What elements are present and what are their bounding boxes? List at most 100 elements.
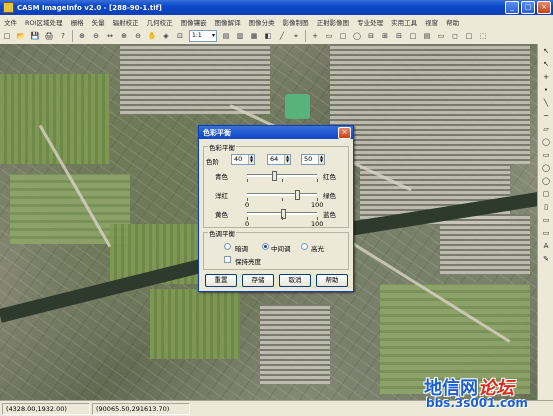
tool-8-icon[interactable]: ▭ [323, 30, 335, 42]
bar-icon[interactable]: ▯ [540, 202, 552, 213]
menu-tools[interactable]: 实用工具 [387, 17, 421, 27]
scale-min-label: 0 [245, 220, 250, 228]
tool-7-icon[interactable]: + [309, 30, 321, 42]
line-icon[interactable]: ╲ [540, 98, 552, 109]
close-button[interactable]: × [537, 1, 551, 14]
print-icon[interactable]: 🖨 [43, 30, 55, 42]
tool-16-icon[interactable]: ▭ [435, 30, 447, 42]
drawing-toolbar: ↖ ↖ + • ╲ ~ ▱ ◯ ▭ ◯ ◯ ▢ ▯ ▭ ▭ A ✎ [537, 44, 553, 400]
zoom-in-2-icon[interactable]: ⊕ [118, 30, 130, 42]
box-icon[interactable]: ▭ [540, 215, 552, 226]
menu-window[interactable]: 视窗 [421, 17, 442, 27]
tool-1-icon[interactable]: ▤ [220, 30, 232, 42]
select-icon[interactable]: ↖ [540, 46, 552, 57]
box-2-icon[interactable]: ▭ [540, 228, 552, 239]
level-input-magenta-green[interactable]: 64 ▲ ▼ [267, 154, 291, 165]
toolbar-separator [305, 30, 306, 42]
preserve-luminosity-checkbox[interactable] [224, 256, 231, 263]
fit-icon[interactable]: ↔ [104, 30, 116, 42]
minimize-button[interactable]: _ [505, 1, 519, 14]
rectangle-icon[interactable]: ▭ [540, 150, 552, 161]
menu-mapping[interactable]: 影像制图 [279, 17, 313, 27]
dialog-close-button[interactable]: × [338, 126, 351, 139]
new-icon[interactable]: □ [1, 30, 13, 42]
help-button[interactable]: 帮助 [316, 274, 348, 287]
polygon-icon[interactable]: ▱ [540, 124, 552, 135]
tool-5-icon[interactable]: ╱ [276, 30, 288, 42]
cancel-button[interactable]: 取消 [279, 274, 311, 287]
radio-highlights[interactable] [301, 243, 308, 250]
tool-14-icon[interactable]: □ [407, 30, 419, 42]
tool-17-icon[interactable]: ◻ [449, 30, 461, 42]
tool-19-icon[interactable]: ⬚ [477, 30, 489, 42]
tool-15-icon[interactable]: ▤ [421, 30, 433, 42]
full-extent-icon[interactable]: ⊡ [174, 30, 186, 42]
tool-18-icon[interactable]: □ [463, 30, 475, 42]
spin-arrows-icon[interactable]: ▲ ▼ [284, 155, 290, 164]
spin-arrows-icon[interactable]: ▲ ▼ [318, 155, 324, 164]
zoom-in-icon[interactable]: ⊕ [76, 30, 88, 42]
select-2-icon[interactable]: ↖ [540, 59, 552, 70]
village-area [120, 44, 270, 114]
tool-3-icon[interactable]: ▦ [248, 30, 260, 42]
menu-mosaic[interactable]: 图像镶嵌 [177, 17, 211, 27]
rounded-rect-icon[interactable]: ▢ [540, 189, 552, 200]
scale-max-label: 100 [311, 201, 324, 209]
menu-file[interactable]: 文件 [0, 17, 21, 27]
tool-9-icon[interactable]: □ [337, 30, 349, 42]
menu-ortho[interactable]: 正射影像图 [313, 17, 354, 27]
zoom-out-2-icon[interactable]: ⊖ [132, 30, 144, 42]
roam-icon[interactable]: ◈ [160, 30, 172, 42]
crosshair-icon[interactable]: + [540, 72, 552, 83]
reset-button[interactable]: 重置 [205, 274, 237, 287]
pan-icon[interactable]: ✋ [146, 30, 158, 42]
help-icon[interactable]: ? [57, 30, 69, 42]
map-coordinates: (90065.50,291613.70) [92, 402, 190, 415]
tool-13-icon[interactable]: ⊟ [393, 30, 405, 42]
tool-11-icon[interactable]: ⊟ [365, 30, 377, 42]
zoom-out-icon[interactable]: ⊖ [90, 30, 102, 42]
pen-icon[interactable]: ✎ [540, 254, 552, 265]
save-icon[interactable]: 💾 [29, 30, 41, 42]
save-button[interactable]: 存储 [242, 274, 274, 287]
menu-special[interactable]: 专业处理 [353, 17, 387, 27]
highlights-label: 高光 [311, 245, 324, 253]
midtones-label: 中间调 [271, 245, 291, 253]
slider-track[interactable] [247, 174, 317, 177]
slider-thumb[interactable] [295, 190, 301, 200]
menu-interpret[interactable]: 图像解译 [211, 17, 245, 27]
slider-thumb[interactable] [271, 171, 277, 181]
level-input-yellow-blue[interactable]: 50 ▲ ▼ [301, 154, 325, 165]
radio-shadows[interactable] [224, 243, 231, 250]
curve-icon[interactable]: ~ [540, 111, 552, 122]
radio-midtones[interactable] [262, 243, 269, 250]
tool-12-icon[interactable]: ⊞ [379, 30, 391, 42]
slider-track[interactable] [247, 193, 317, 196]
tool-10-icon[interactable]: ◯ [351, 30, 363, 42]
menu-classify[interactable]: 图像分类 [245, 17, 279, 27]
point-icon[interactable]: • [540, 85, 552, 96]
menu-radiometric[interactable]: 辐射校正 [109, 17, 143, 27]
tool-2-icon[interactable]: ▥ [234, 30, 246, 42]
tool-6-icon[interactable]: ⌖ [290, 30, 302, 42]
text-icon[interactable]: A [540, 241, 552, 252]
level-input-cyan-red[interactable]: 40 ▲ ▼ [231, 154, 255, 165]
open-icon[interactable]: 📂 [15, 30, 27, 42]
zoom-select[interactable]: 1:1 [189, 30, 217, 42]
menu-vector[interactable]: 矢量 [88, 17, 109, 27]
slider-left-label: 黄色 [215, 211, 228, 219]
toolbar-separator [72, 30, 73, 42]
level-value: 40 [234, 155, 243, 163]
menu-raster[interactable]: 栅格 [67, 17, 88, 27]
window-title: CASM ImageInfo v2.0 - [288-90-1.tif] [17, 3, 162, 12]
spin-arrows-icon[interactable]: ▲ ▼ [248, 155, 254, 164]
menu-geometric[interactable]: 几何校正 [143, 17, 177, 27]
ellipse-2-icon[interactable]: ◯ [540, 176, 552, 187]
menu-roi[interactable]: ROI区域处理 [21, 17, 67, 27]
maximize-button[interactable]: □ [521, 1, 535, 14]
ellipse-icon[interactable]: ◯ [540, 163, 552, 174]
circle-icon[interactable]: ◯ [540, 137, 552, 148]
menu-help[interactable]: 帮助 [442, 17, 463, 27]
menu-bar: 文件 ROI区域处理 栅格 矢量 辐射校正 几何校正 图像镶嵌 图像解译 图像分… [0, 15, 553, 29]
tool-4-icon[interactable]: ◧ [262, 30, 274, 42]
